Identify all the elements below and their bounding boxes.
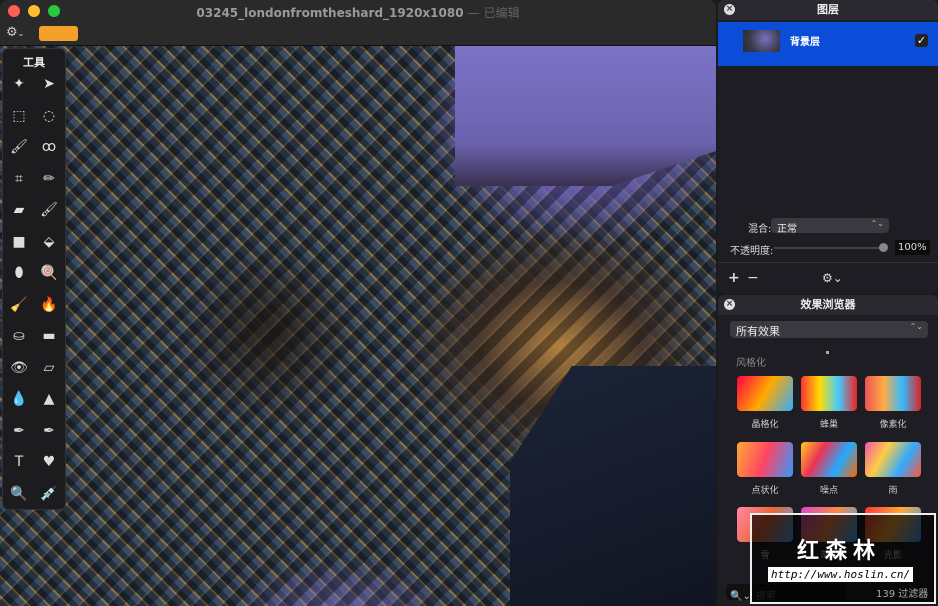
pointer-tool-icon[interactable]: ➤	[38, 73, 60, 95]
layers-panel: × 图层 背景层 ✓ 混合: 正常 ⌃⌄ 不透明度: 100% + − ⚙⌄	[718, 0, 938, 293]
bandage-tool-icon[interactable]: ▬	[38, 325, 60, 347]
magic-wand-tool-icon[interactable]: ✦	[8, 73, 30, 95]
pencil-tool-icon[interactable]: ✏	[38, 168, 60, 190]
splitter-handle[interactable]	[826, 351, 829, 354]
zoom-tool-icon[interactable]: 🔍	[8, 483, 30, 505]
close-icon[interactable]: ×	[724, 299, 735, 310]
freeform-pen-tool-icon[interactable]: ✒	[38, 420, 60, 442]
gradient-tool-icon[interactable]: ⬮	[8, 262, 30, 284]
effect-thumbnail[interactable]	[801, 441, 857, 477]
editor-window: 03245_londonfromtheshard_1920x1080 — 已编辑…	[0, 0, 716, 606]
image-canvas[interactable]	[0, 46, 716, 606]
search-icon: 🔍⌄	[730, 591, 751, 602]
category-label: 风格化	[736, 358, 766, 369]
pen-tool-icon[interactable]: ✒	[8, 420, 30, 442]
smudge-tool-icon[interactable]: 🧹	[8, 294, 30, 316]
effect-thumbnail[interactable]	[737, 376, 793, 411]
watermark-text: 红森林	[797, 539, 882, 564]
eyedropper-tool-icon[interactable]: 💉	[38, 483, 60, 505]
blend-mode-select[interactable]: 正常 ⌃⌄	[771, 218, 889, 235]
eraser-2-tool-icon[interactable]: ▱	[38, 357, 60, 379]
layer-gear-icon[interactable]: ⚙⌄	[822, 271, 843, 285]
layer-row[interactable]: 背景层 ✓	[718, 22, 938, 66]
text-tool-icon[interactable]: T	[8, 451, 30, 473]
clone-stamp-tool-icon[interactable]: ⛀	[8, 325, 30, 347]
effect-thumbnail[interactable]	[865, 441, 921, 477]
shape-heart-tool-icon[interactable]: ♥	[38, 451, 60, 473]
effect-thumbnail[interactable]	[737, 441, 793, 477]
eraser-tool-icon[interactable]: ▰	[8, 199, 30, 221]
crop-tool-icon[interactable]: ⌗	[8, 168, 30, 190]
layers-header: × 图层	[718, 0, 938, 20]
effect-label: 点状化	[751, 485, 779, 496]
bucket-tool-icon[interactable]: ⬙	[38, 231, 60, 253]
remove-layer-button[interactable]: −	[747, 270, 759, 286]
tools-palette: 工具 ✦ ➤ ⬚ ◌ 🖌 ꝏ ⌗ ✏ ▰ 🖌 ■ ⬙ ⬮ 🍭 🧹 🔥 ⛀ ▬ 👁 ▱ 💧 ▲ ✒ ✒ T ♥ 🔍 💉	[2, 48, 66, 510]
red-eye-tool-icon[interactable]: 👁	[8, 357, 30, 379]
close-icon[interactable]: ×	[724, 4, 735, 15]
color-picker-lollipop-tool-icon[interactable]: 🍭	[38, 262, 60, 284]
layer-thumbnail	[743, 30, 780, 52]
sharpen-tool-icon[interactable]: ▲	[38, 388, 60, 410]
opacity-slider-knob[interactable]	[879, 243, 888, 252]
lasso-tool-icon[interactable]: ꝏ	[38, 136, 60, 158]
filter-count: 139 过滤器	[876, 589, 929, 600]
rect-select-tool-icon[interactable]: ⬚	[8, 105, 30, 127]
add-layer-button[interactable]: +	[728, 270, 740, 286]
burn-tool-icon[interactable]: 🔥	[38, 294, 60, 316]
window-title: 03245_londonfromtheshard_1920x1080 — 已编辑	[196, 6, 520, 20]
effect-label: 蜂巢	[819, 420, 838, 430]
toolbar: ⚙⌄	[0, 22, 716, 46]
color-swatch-button[interactable]	[39, 26, 78, 41]
brush-tool-icon[interactable]: 🖌	[38, 199, 60, 221]
title-bar: 03245_londonfromtheshard_1920x1080 — 已编辑	[0, 0, 716, 22]
opacity-label: 不透明度:	[730, 246, 774, 257]
effect-thumbnail[interactable]	[865, 376, 921, 411]
layer-name: 背景层	[790, 37, 820, 48]
watermark-url: http://www.hoslin.cn/	[768, 567, 914, 582]
effects-filter-select[interactable]: 所有效果 ⌃⌄	[730, 321, 928, 338]
opacity-slider[interactable]	[774, 247, 884, 249]
effect-thumbnail[interactable]	[801, 376, 857, 411]
effect-label: 晶格化	[751, 420, 779, 430]
opacity-value[interactable]: 100%	[895, 240, 930, 255]
tools-title: 工具	[23, 56, 45, 69]
blur-tool-icon[interactable]: 💧	[8, 388, 30, 410]
layer-visibility-checkbox[interactable]: ✓	[915, 34, 928, 47]
effect-label: 噪点	[819, 485, 838, 496]
effect-label: 像素化	[879, 420, 907, 430]
divider	[718, 262, 938, 263]
color-select-tool-icon[interactable]: 🖌	[8, 136, 30, 158]
effect-label: 雨	[888, 485, 898, 496]
effects-header: × 效果浏览器	[718, 295, 938, 315]
ellipse-select-tool-icon[interactable]: ◌	[38, 105, 60, 127]
settings-gear-icon[interactable]: ⚙⌄	[6, 25, 24, 40]
blend-label: 混合:	[748, 224, 772, 235]
rectangle-tool-icon[interactable]: ■	[8, 231, 30, 253]
